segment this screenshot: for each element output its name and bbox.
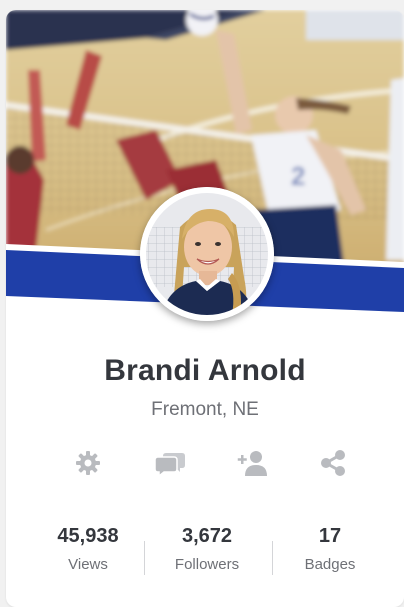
stat-value: 17 (318, 525, 342, 547)
svg-text:2: 2 (291, 161, 305, 191)
stat-value: 45,938 (57, 525, 119, 547)
profile-name: Brandi Arnold (104, 354, 306, 387)
action-bar (6, 445, 404, 481)
stat-label: Views (68, 556, 108, 573)
stat-views[interactable]: 45,938 Views (23, 525, 153, 573)
add-user-icon (237, 451, 267, 476)
follow-button[interactable] (235, 445, 271, 481)
stats-row: 45,938 Views 3,672 Followers 17 Badges (6, 525, 404, 585)
share-button[interactable] (315, 445, 351, 481)
stat-value: 3,672 (181, 525, 233, 547)
message-button[interactable] (152, 445, 188, 481)
gear-icon (76, 451, 100, 475)
profile-location: Fremont, NE (151, 399, 259, 420)
stat-followers[interactable]: 3,672 Followers (142, 525, 272, 573)
stat-label: Badges (304, 556, 356, 573)
stat-badges[interactable]: 17 Badges (265, 525, 395, 573)
avatar-photo (140, 187, 274, 321)
chat-bubbles-icon (154, 453, 185, 477)
avatar[interactable] (140, 187, 274, 321)
stat-label: Followers (174, 556, 240, 573)
settings-button[interactable] (70, 445, 106, 481)
share-icon (321, 450, 345, 476)
profile-card: 2 Brandi Arnold Fremont, NE 45,938 Views… (6, 10, 404, 607)
